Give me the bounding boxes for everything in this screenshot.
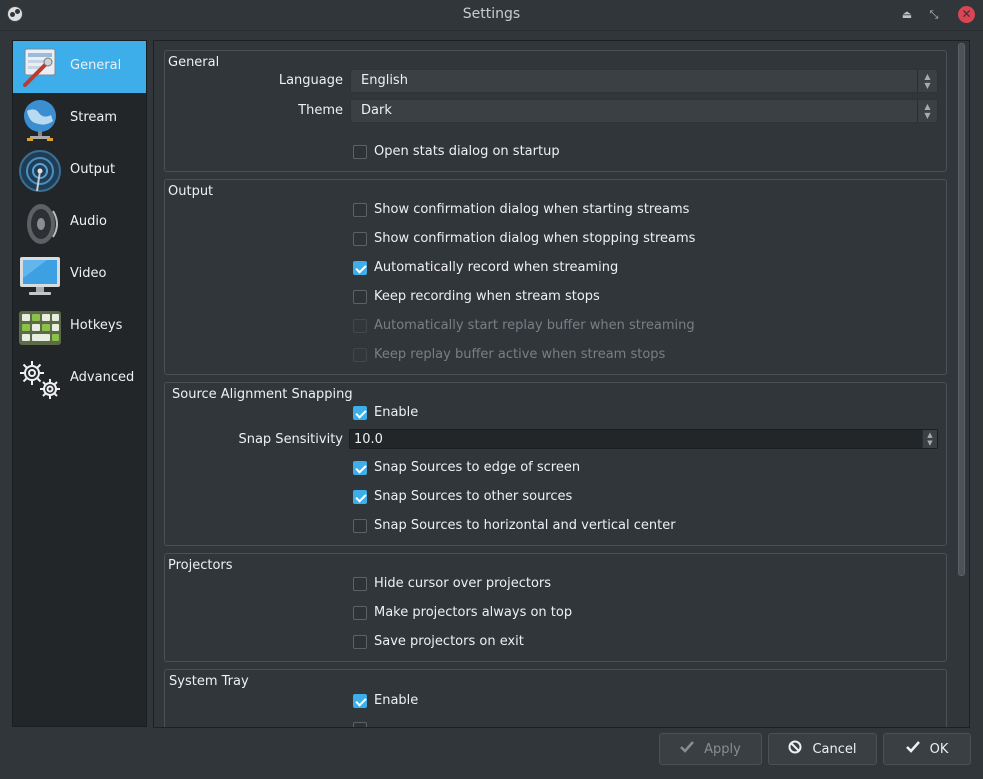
sidebar-item-output[interactable]: Output [13,145,146,197]
snap-sources-checkbox[interactable] [353,490,367,504]
snap-enable-label[interactable]: Enable [374,405,418,420]
sidebar-item-stream[interactable]: Stream [13,93,146,145]
stream-globe-icon [24,100,56,141]
confirm-stop-label[interactable]: Show confirmation dialog when stopping s… [374,231,695,246]
sidebar-item-label: Output [70,162,116,177]
group-title: System Tray [169,674,249,689]
snap-edge-checkbox[interactable] [353,461,367,475]
sidebar-item-label: Advanced [70,370,135,385]
check-icon [680,741,695,757]
save-projectors-checkbox[interactable] [353,635,367,649]
sidebar-item-general[interactable]: General [13,41,146,93]
language-label: Language [278,73,343,88]
snap-edge-label[interactable]: Snap Sources to edge of screen [374,460,580,475]
sidebar-item-label: General [70,58,122,73]
audio-speaker-icon [27,204,58,244]
general-settings-icon [23,48,56,87]
video-monitor-icon [20,257,60,295]
theme-label: Theme [298,103,343,118]
window-title: Settings [462,6,521,22]
partially-hidden-checkbox[interactable] [353,722,367,727]
spin-arrows-icon[interactable]: ▲ ▼ [922,430,937,448]
snap-center-checkbox[interactable] [353,519,367,533]
output-group: Output Show confirmation dialog when sta… [164,179,947,375]
check-icon [905,741,920,757]
confirm-start-checkbox[interactable] [353,203,367,217]
group-title: Output [168,184,214,199]
keep-recording-label[interactable]: Keep recording when stream stops [374,289,600,304]
language-select[interactable]: English ▲ ▼ [350,69,938,93]
keep-recording-checkbox[interactable] [353,290,367,304]
confirm-stop-checkbox[interactable] [353,232,367,246]
ok-button[interactable]: OK [883,733,971,765]
restore-icon[interactable]: ⤡ [926,7,942,23]
always-on-top-checkbox[interactable] [353,606,367,620]
stats-checkbox[interactable] [353,145,367,159]
select-arrows-icon: ▲ ▼ [917,100,937,122]
sidebar-item-audio[interactable]: Audio [13,197,146,249]
auto-replay-checkbox [353,319,367,333]
keep-replay-label: Keep replay buffer active when stream st… [374,347,666,362]
apply-button[interactable]: Apply [659,733,762,765]
systray-group: System Tray Enable [164,669,947,727]
sidebar-item-advanced[interactable]: Advanced [13,353,146,405]
close-icon[interactable]: ✕ [958,6,975,23]
theme-value: Dark [361,103,392,118]
sidebar-item-label: Stream [70,110,118,125]
cancel-label: Cancel [812,741,857,757]
projectors-group: Projectors Hide cursor over projectors M… [164,553,947,662]
keep-replay-checkbox [353,348,367,362]
sidebar-item-video[interactable]: Video [13,249,146,301]
hide-cursor-checkbox[interactable] [353,577,367,591]
content-scrollbar[interactable] [956,41,966,727]
always-on-top-label[interactable]: Make projectors always on top [374,605,572,620]
output-antenna-icon [19,150,61,192]
snap-sensitivity-value: 10.0 [354,432,383,447]
language-value: English [361,73,408,88]
settings-sidebar: General Stream Output Audio Video Hotkey… [12,40,147,727]
snap-sources-label[interactable]: Snap Sources to other sources [374,489,572,504]
systray-enable-label[interactable]: Enable [374,693,418,708]
hide-cursor-label[interactable]: Hide cursor over projectors [374,576,551,591]
apply-label: Apply [704,741,741,757]
general-group: General Language English ▲ ▼ Theme Dark ▲… [164,50,947,172]
group-title: Source Alignment Snapping [172,387,353,402]
auto-replay-label: Automatically start replay buffer when s… [374,318,695,333]
group-title: General [168,55,220,70]
scrollbar-thumb[interactable] [958,43,965,576]
snap-sensitivity-spinbox[interactable]: 10.0 ▲ ▼ [349,429,938,449]
title-bar: Settings ⏏ ⤡ ✕ [0,0,983,31]
select-arrows-icon: ▲ ▼ [917,70,937,92]
sidebar-item-label: Audio [70,214,107,229]
settings-content[interactable]: General Language English ▲ ▼ Theme Dark ▲… [153,40,970,728]
hotkeys-keyboard-icon [19,311,61,345]
sidebar-item-label: Video [70,266,107,281]
confirm-start-label[interactable]: Show confirmation dialog when starting s… [374,202,689,217]
sidebar-item-label: Hotkeys [70,318,123,333]
stats-checkbox-label[interactable]: Open stats dialog on startup [374,144,560,159]
auto-record-label[interactable]: Automatically record when streaming [374,260,618,275]
group-title: Projectors [168,558,233,573]
auto-record-checkbox[interactable] [353,261,367,275]
ok-label: OK [929,741,949,757]
advanced-gears-icon [20,361,60,399]
shade-icon[interactable]: ⏏ [899,7,915,23]
save-projectors-label[interactable]: Save projectors on exit [374,634,524,649]
snap-center-label[interactable]: Snap Sources to horizontal and vertical … [374,518,676,533]
systray-enable-checkbox[interactable] [353,694,367,708]
sidebar-item-hotkeys[interactable]: Hotkeys [13,301,146,353]
theme-select[interactable]: Dark ▲ ▼ [350,99,938,123]
cancel-button[interactable]: Cancel [768,733,877,765]
cancel-icon [788,740,802,758]
snap-enable-checkbox[interactable] [353,406,367,420]
snap-sensitivity-label: Snap Sensitivity [238,432,343,447]
snapping-group: Source Alignment Snapping Enable Snap Se… [164,382,947,546]
